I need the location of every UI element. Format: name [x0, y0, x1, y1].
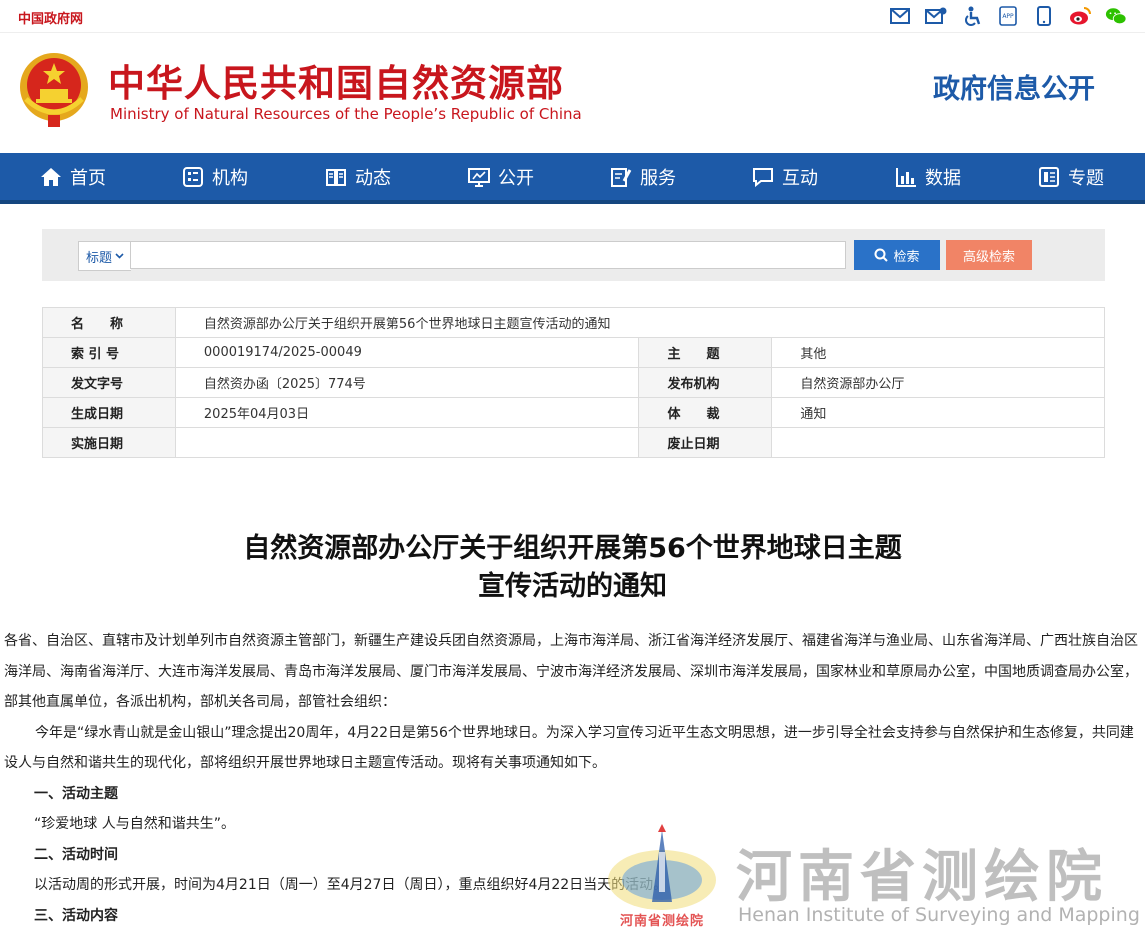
meta-key: 生成日期	[42, 397, 176, 428]
meta-value: 其他	[771, 337, 1105, 368]
monitor-icon	[468, 167, 490, 187]
search-icon	[874, 248, 889, 262]
meta-value	[771, 427, 1105, 458]
top-icons: APP	[889, 5, 1127, 27]
nav-item-service[interactable]: 服务	[610, 153, 676, 200]
table-row: 发文字号 自然资办函〔2025〕774号 发布机构 自然资源部办公厅	[42, 367, 1105, 398]
nav-item-label: 首页	[70, 167, 106, 189]
chevron-down-icon	[115, 253, 124, 259]
nav-item-label: 服务	[640, 167, 676, 189]
ministry-cn-name: 中华人民共和国自然资源部	[108, 62, 564, 105]
document-title-line: 宣传活动的通知	[478, 571, 667, 602]
ministry-en-name: Ministry of Natural Resources of the Peo…	[110, 105, 582, 123]
search-field-select[interactable]: 标题	[78, 241, 131, 271]
table-row: 实施日期 废止日期	[42, 427, 1105, 458]
document-body: 各省、自治区、直辖市及计划单列市自然资源主管部门，新疆生产建设兵团自然资源局，上…	[4, 626, 1141, 931]
mail-icon[interactable]	[889, 5, 911, 27]
meta-value: 自然资办函〔2025〕774号	[174, 367, 640, 398]
nav-item-interact[interactable]: 互动	[752, 153, 818, 200]
top-bar: 中国政府网 APP	[0, 0, 1145, 33]
meta-value	[174, 427, 640, 458]
home-icon	[41, 167, 61, 186]
meta-key: 名 称	[42, 307, 176, 338]
search-button-label: 检索	[893, 248, 920, 264]
intro-paragraph: 今年是“绿水青山就是金山银山”理念提出20周年，4月22日是第56个世界地球日。…	[4, 724, 1134, 772]
advanced-search-button[interactable]: 高级检索	[946, 240, 1032, 270]
section-text: “珍爱地球 人与自然和谐共生”。	[34, 816, 235, 832]
section-text: 以活动周的形式开展，时间为4月21日（周一）至4月27日（周日），重点组织好4月…	[34, 877, 668, 893]
meta-key: 实施日期	[42, 427, 176, 458]
nav-item-topic[interactable]: 专题	[1038, 153, 1104, 200]
site-header: 中华人民共和国自然资源部 Ministry of Natural Resourc…	[0, 33, 1145, 153]
nav-item-home[interactable]: 首页	[40, 153, 106, 200]
meta-key: 索 引 号	[42, 337, 176, 368]
document-title-line: 自然资源部办公厅关于组织开展第56个世界地球日主题	[243, 533, 902, 564]
meta-key: 发文字号	[42, 367, 176, 398]
accessibility-icon[interactable]	[961, 5, 983, 27]
main-nav: 首页 机构 动态 公开 服务 互动 数据 专题	[0, 153, 1145, 204]
section-heading: 三、活动内容	[34, 907, 118, 924]
chat-icon	[753, 167, 773, 187]
meta-value: 通知	[771, 397, 1105, 428]
nav-item-label: 专题	[1068, 167, 1104, 189]
nav-item-open[interactable]: 公开	[468, 153, 534, 200]
document-title: 自然资源部办公厅关于组织开展第56个世界地球日主题 宣传活动的通知	[0, 530, 1145, 606]
table-row: 索 引 号 000019174/2025-00049 主 题 其他	[42, 337, 1105, 368]
meta-value: 自然资源部办公厅	[771, 367, 1105, 398]
meta-value: 自然资源部办公厅关于组织开展第56个世界地球日主题宣传活动的通知	[174, 307, 1106, 338]
nav-item-news[interactable]: 动态	[325, 153, 391, 200]
nav-item-label: 数据	[925, 167, 961, 189]
book-icon	[326, 168, 346, 186]
meta-key: 体 裁	[638, 397, 773, 428]
meta-key: 主 题	[638, 337, 773, 368]
section-heading: 二、活动时间	[34, 846, 118, 863]
search-field-label: 标题	[85, 250, 112, 266]
national-emblem-icon[interactable]	[16, 49, 92, 129]
svg-text:APP: APP	[1002, 13, 1014, 20]
advanced-search-label: 高级检索	[962, 248, 1015, 264]
weibo-icon[interactable]	[1069, 5, 1091, 27]
table-row: 名 称 自然资源部办公厅关于组织开展第56个世界地球日主题宣传活动的通知	[42, 307, 1106, 338]
section-heading: 一、活动主题	[34, 785, 118, 802]
edit-icon	[611, 167, 632, 187]
meta-value: 000019174/2025-00049	[174, 337, 640, 368]
nav-item-org[interactable]: 机构	[182, 153, 248, 200]
gov-portal-link[interactable]: 中国政府网	[18, 8, 83, 27]
gov-info-title[interactable]: 政府信息公开	[933, 67, 1095, 106]
chart-icon	[896, 167, 916, 187]
table-row: 生成日期 2025年04月03日 体 裁 通知	[42, 397, 1105, 428]
email-icon[interactable]	[925, 5, 947, 27]
meta-value: 2025年04月03日	[174, 397, 640, 428]
nav-item-label: 公开	[498, 167, 534, 189]
wechat-icon[interactable]	[1105, 5, 1127, 27]
nav-item-label: 互动	[782, 167, 818, 189]
document-meta-table: 名 称 自然资源部办公厅关于组织开展第56个世界地球日主题宣传活动的通知 索 引…	[42, 307, 1106, 458]
search-input[interactable]	[130, 241, 846, 269]
recipients-paragraph: 各省、自治区、直辖市及计划单列市自然资源主管部门，新疆生产建设兵团自然资源局，上…	[4, 633, 1138, 710]
app-icon[interactable]: APP	[997, 5, 1019, 27]
meta-key: 发布机构	[638, 367, 773, 398]
search-button[interactable]: 检索	[854, 240, 940, 270]
mobile-icon[interactable]	[1033, 5, 1055, 27]
org-icon	[183, 166, 203, 187]
meta-key: 废止日期	[638, 427, 773, 458]
nav-item-label: 机构	[212, 167, 248, 189]
topic-icon	[1039, 166, 1059, 187]
nav-item-label: 动态	[355, 167, 391, 189]
nav-item-data[interactable]: 数据	[895, 153, 961, 200]
